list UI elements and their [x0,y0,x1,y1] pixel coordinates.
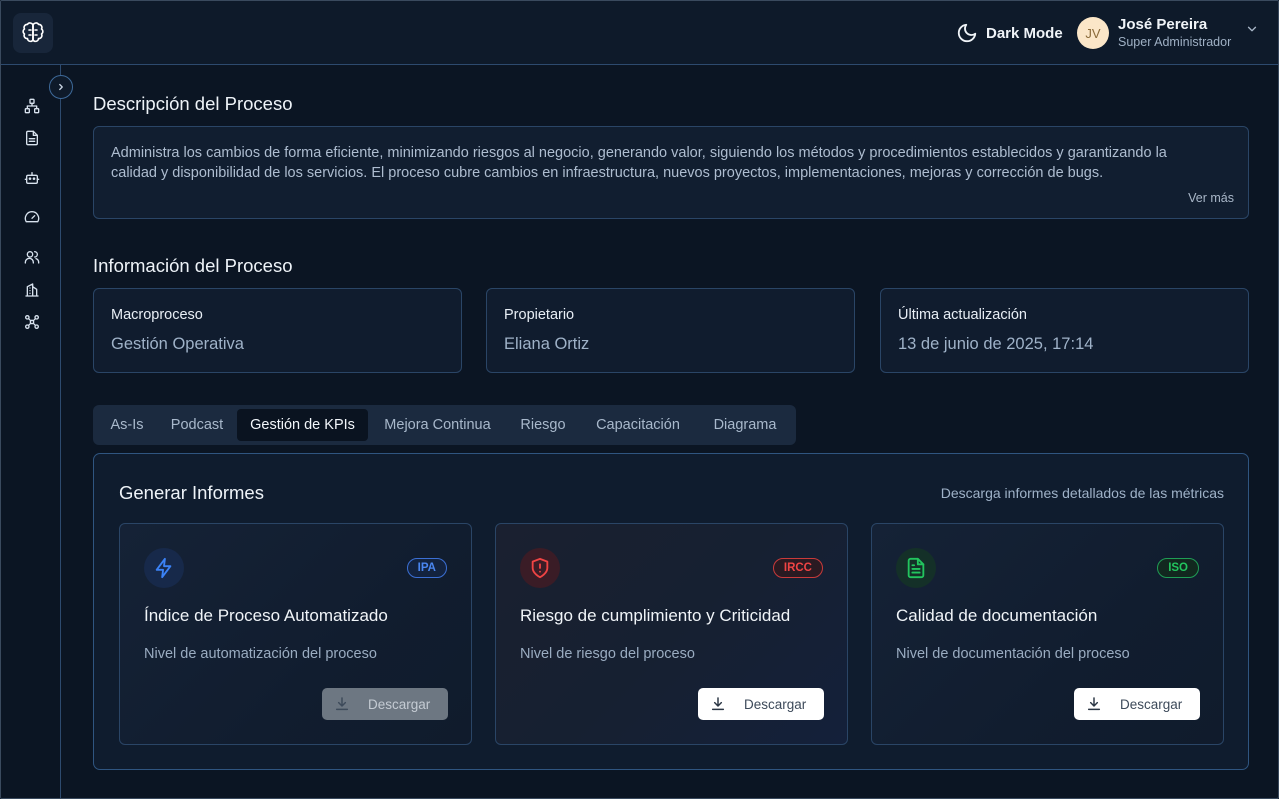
download-icon [710,696,726,712]
info-title: Información del Proceso [93,255,293,276]
info-value: Eliana Ortiz [504,335,590,353]
report-title: Riesgo de cumplimiento y Criticidad [520,606,791,625]
tab-podcast[interactable]: Podcast [159,409,235,441]
report-title: Calidad de documentación [896,606,1098,625]
description-box: Administra los cambios de forma eficient… [93,126,1249,219]
building-icon[interactable] [23,281,41,299]
info-label: Propietario [504,307,575,323]
robot-icon[interactable] [23,169,41,187]
org-chart-icon[interactable] [23,97,41,115]
reports-subtitle: Descarga informes detallados de las métr… [940,485,1224,501]
report-badge: IRCC [772,558,823,578]
top-bar: Dark Mode JV José Pereira Super Administ… [1,1,1278,65]
reports-title: Generar Informes [119,482,264,503]
description-title: Descripción del Proceso [93,93,293,114]
reports-panel: Generar Informes Descarga informes detal… [93,453,1249,770]
tab-riesgo[interactable]: Riesgo [509,409,577,441]
user-menu[interactable]: JV José Pereira Super Administrador [1077,16,1259,50]
info-card-last-update: Última actualización 13 de junio de 2025… [880,288,1249,373]
description-text: Administra los cambios de forma eficient… [111,145,1167,181]
chevron-down-icon [1245,22,1259,41]
report-card-ircc: IRCC Riesgo de cumplimiento y Criticidad… [495,523,848,745]
info-label: Última actualización [898,307,1027,323]
info-label: Macroproceso [111,307,203,323]
download-icon [334,696,350,712]
info-value: Gestión Operativa [111,335,244,353]
download-icon [1086,696,1102,712]
users-icon[interactable] [23,248,41,266]
gauge-icon[interactable] [23,208,41,226]
user-name: José Pereira [1118,16,1208,33]
network-icon[interactable] [23,313,41,331]
shield-alert-icon [520,548,560,588]
app-window: Dark Mode JV José Pereira Super Administ… [0,0,1279,799]
tab-bar: As-Is Podcast Gestión de KPIs Mejora Con… [93,405,796,445]
info-value: 13 de junio de 2025, 17:14 [898,335,1094,353]
report-card-iso: ISO Calidad de documentación Nivel de do… [871,523,1224,745]
brain-logo-icon[interactable] [13,13,53,53]
report-badge: IPA [406,558,447,578]
user-role: Super Administrador [1118,35,1232,49]
download-label: Descargar [368,696,431,712]
report-description: Nivel de documentación del proceso [896,646,1130,662]
dark-mode-toggle[interactable]: Dark Mode [956,21,1063,45]
avatar: JV [1077,17,1109,49]
lightning-icon [144,548,184,588]
download-label: Descargar [1120,696,1183,712]
dark-mode-label: Dark Mode [986,24,1063,42]
moon-icon [956,22,978,44]
file-text-icon [896,548,936,588]
download-label: Descargar [744,696,807,712]
info-card-propietario: Propietario Eliana Ortiz [486,288,855,373]
tab-diagrama[interactable]: Diagrama [699,409,791,441]
report-title: Índice de Proceso Automatizado [144,606,388,625]
download-button[interactable]: Descargar [698,688,824,720]
report-description: Nivel de riesgo del proceso [520,646,695,662]
document-icon[interactable] [23,129,41,147]
download-button[interactable]: Descargar [1074,688,1200,720]
tab-gestion-kpis[interactable]: Gestión de KPIs [237,409,368,441]
tab-mejora-continua[interactable]: Mejora Continua [371,409,504,441]
see-more-link[interactable]: Ver más [1188,191,1234,205]
info-card-macroproceso: Macroproceso Gestión Operativa [93,288,462,373]
report-description: Nivel de automatización del proceso [144,646,377,662]
report-card-ipa: IPA Índice de Proceso Automatizado Nivel… [119,523,472,745]
tab-as-is[interactable]: As-Is [99,409,155,441]
report-badge: ISO [1157,558,1199,578]
tab-capacitacion[interactable]: Capacitación [581,409,695,441]
download-button[interactable]: Descargar [322,688,448,720]
sidebar-collapse-toggle[interactable] [49,75,73,99]
